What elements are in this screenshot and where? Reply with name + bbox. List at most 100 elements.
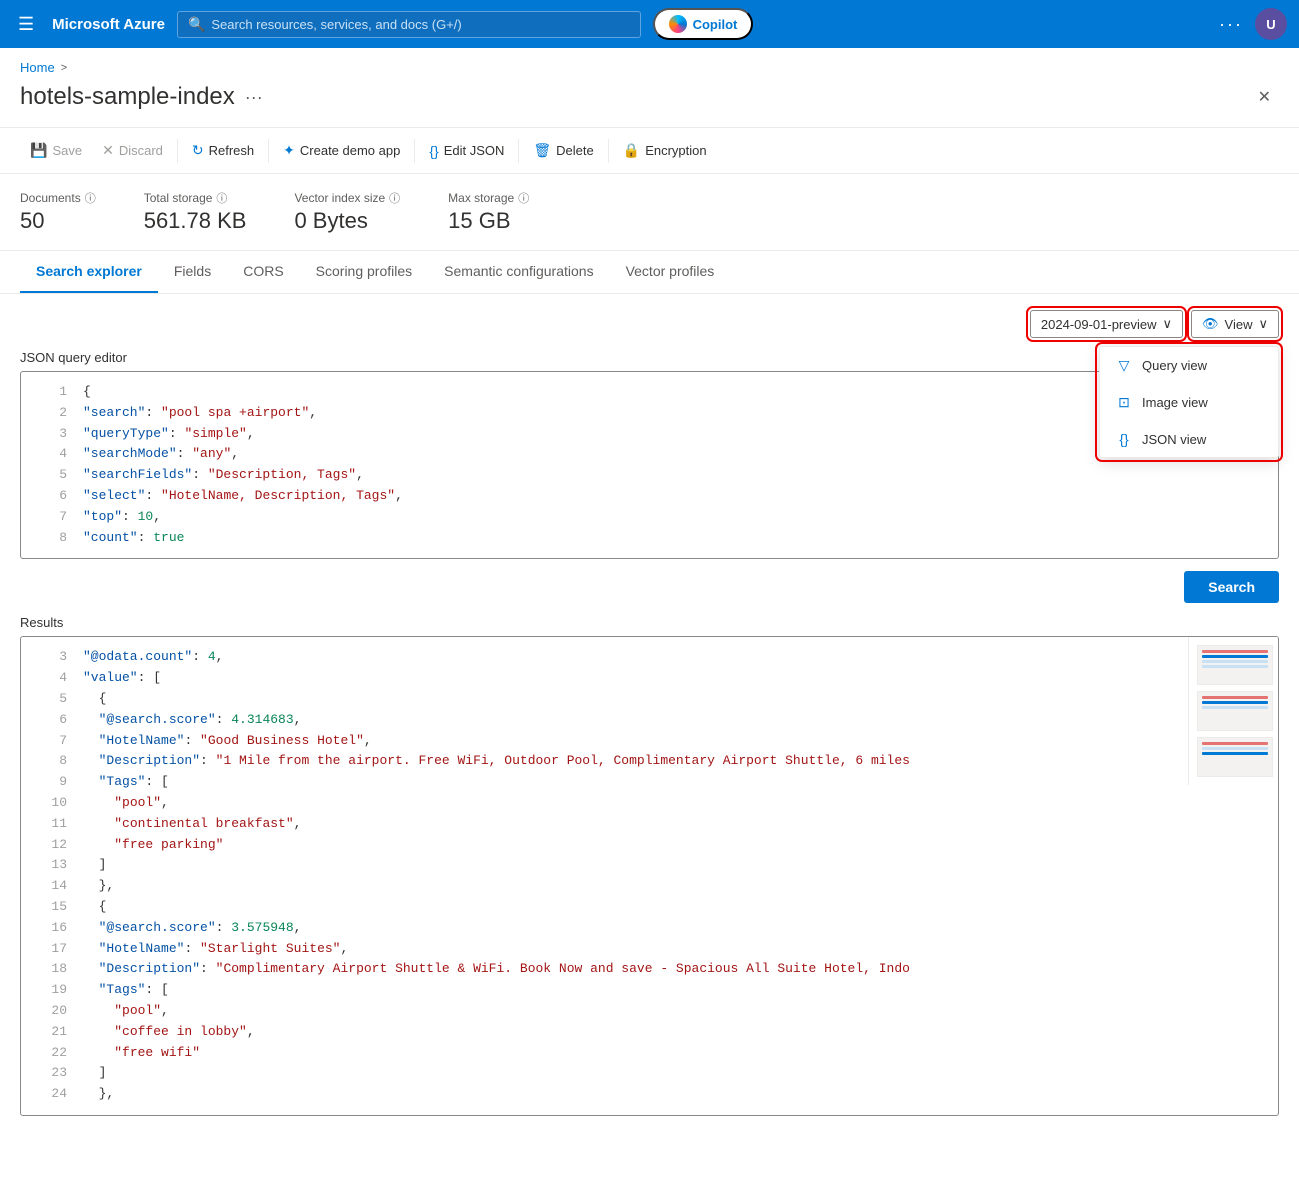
stat-documents-value: 50: [20, 208, 96, 234]
stat-total-storage: Total storage ⓘ 561.78 KB: [144, 190, 247, 234]
tab-fields[interactable]: Fields: [158, 251, 227, 293]
results-area: 3 "@odata.count": 4, 4 "value": [ 5 { 6 …: [20, 636, 1279, 1116]
page-title-more-icon[interactable]: ···: [245, 87, 263, 108]
stat-vector-info-icon[interactable]: ⓘ: [389, 190, 400, 206]
result-line-9: 9 "Tags": [: [21, 772, 1278, 793]
brand-name: Microsoft Azure: [52, 16, 165, 33]
view-eye-icon: 👁: [1202, 316, 1219, 332]
editor-line-4: 4 "searchMode": "any",: [21, 444, 1278, 465]
result-line-24: 24 },: [21, 1084, 1278, 1105]
editor-line-2: 2 "search": "pool spa +airport",: [21, 403, 1278, 424]
breadcrumb: Home >: [0, 48, 1299, 79]
tab-semantic-configurations[interactable]: Semantic configurations: [428, 251, 609, 293]
page-title: hotels-sample-index: [20, 83, 235, 111]
toolbar-sep-4: [518, 139, 519, 163]
nav-more-icon[interactable]: ···: [1219, 14, 1243, 35]
editor-label: JSON query editor: [20, 350, 1279, 365]
result-line-8: 8 "Description": "1 Mile from the airpor…: [21, 751, 1278, 772]
dropdown-query-view[interactable]: ▽ Query view: [1100, 347, 1278, 384]
dropdown-image-view[interactable]: ⊡ Image view: [1100, 384, 1278, 421]
hamburger-icon[interactable]: ☰: [12, 8, 40, 41]
view-button-label: View: [1225, 317, 1253, 332]
query-view-label: Query view: [1142, 358, 1207, 373]
content-area: 2024-09-01-preview ∨ 👁 View ∨ ▽ Query vi…: [0, 294, 1299, 1132]
tab-cors[interactable]: CORS: [227, 251, 299, 293]
tab-search-explorer[interactable]: Search explorer: [20, 251, 158, 293]
search-button[interactable]: Search: [1184, 571, 1279, 603]
editor-line-1: 1 {: [21, 382, 1278, 403]
tab-scoring-profiles[interactable]: Scoring profiles: [300, 251, 429, 293]
dropdown-json-view[interactable]: {} JSON view: [1100, 421, 1278, 457]
result-line-19: 19 "Tags": [: [21, 980, 1278, 1001]
discard-button[interactable]: ✕ Discard: [92, 136, 173, 165]
view-row: 2024-09-01-preview ∨ 👁 View ∨ ▽ Query vi…: [20, 310, 1279, 338]
result-line-23: 23 ]: [21, 1063, 1278, 1084]
discard-icon: ✕: [102, 142, 114, 159]
result-line-10: 10 "pool",: [21, 793, 1278, 814]
copilot-label: Copilot: [693, 17, 738, 32]
copilot-button[interactable]: Copilot: [653, 8, 754, 40]
copilot-logo-icon: [669, 15, 687, 33]
api-version-label: 2024-09-01-preview: [1041, 317, 1157, 332]
results-thumbnail-panel: [1188, 637, 1278, 785]
stat-vector-index-value: 0 Bytes: [294, 208, 400, 234]
json-editor[interactable]: 1 { 2 "search": "pool spa +airport", 3 "…: [20, 371, 1279, 559]
edit-json-icon: {}: [429, 143, 438, 159]
editor-line-3: 3 "queryType": "simple",: [21, 424, 1278, 445]
thumbnail-3: [1197, 737, 1273, 777]
create-demo-button[interactable]: ✦ Create demo app: [273, 136, 410, 165]
json-view-icon: {}: [1116, 431, 1132, 447]
result-line-12: 12 "free parking": [21, 835, 1278, 856]
result-line-14: 14 },: [21, 876, 1278, 897]
stat-documents-info-icon[interactable]: ⓘ: [85, 190, 96, 206]
delete-icon: 🗑: [533, 142, 551, 159]
breadcrumb-sep: >: [61, 62, 67, 74]
page-title-row: hotels-sample-index ··· ✕: [0, 79, 1299, 127]
api-version-select[interactable]: 2024-09-01-preview ∨: [1030, 310, 1183, 338]
stat-max-info-icon[interactable]: ⓘ: [518, 190, 529, 206]
result-line-11: 11 "continental breakfast",: [21, 814, 1278, 835]
result-line-4: 4 "value": [: [21, 668, 1278, 689]
tab-vector-profiles[interactable]: Vector profiles: [610, 251, 731, 293]
view-dropdown-button[interactable]: 👁 View ∨: [1191, 310, 1279, 338]
result-line-21: 21 "coffee in lobby",: [21, 1022, 1278, 1043]
result-line-5: 5 {: [21, 689, 1278, 710]
json-view-label: JSON view: [1142, 432, 1206, 447]
close-icon[interactable]: ✕: [1250, 83, 1279, 111]
editor-line-6: 6 "select": "HotelName, Description, Tag…: [21, 486, 1278, 507]
stat-storage-info-icon[interactable]: ⓘ: [216, 190, 227, 206]
edit-json-button[interactable]: {} Edit JSON: [419, 137, 514, 165]
encryption-button[interactable]: 🔒 Encryption: [613, 136, 717, 165]
result-line-3: 3 "@odata.count": 4,: [21, 647, 1278, 668]
toolbar-sep-2: [268, 139, 269, 163]
toolbar: 💾 Save ✕ Discard ↻ Refresh ✦ Create demo…: [0, 127, 1299, 174]
api-version-chevron-icon: ∨: [1163, 316, 1173, 332]
global-search[interactable]: 🔍: [177, 11, 641, 38]
result-line-13: 13 ]: [21, 855, 1278, 876]
view-chevron-icon: ∨: [1258, 316, 1268, 332]
stat-max-storage-value: 15 GB: [448, 208, 529, 234]
global-search-input[interactable]: [211, 17, 629, 32]
create-demo-icon: ✦: [283, 142, 295, 159]
delete-button[interactable]: 🗑 Delete: [523, 136, 603, 165]
result-line-18: 18 "Description": "Complimentary Airport…: [21, 959, 1278, 980]
toolbar-sep-3: [414, 139, 415, 163]
toolbar-sep-1: [177, 139, 178, 163]
stat-max-storage: Max storage ⓘ 15 GB: [448, 190, 529, 234]
result-line-17: 17 "HotelName": "Starlight Suites",: [21, 939, 1278, 960]
image-view-icon: ⊡: [1116, 394, 1132, 411]
query-view-icon: ▽: [1116, 357, 1132, 374]
search-icon: 🔍: [188, 16, 205, 33]
result-line-6: 6 "@search.score": 4.314683,: [21, 710, 1278, 731]
editor-line-5: 5 "searchFields": "Description, Tags",: [21, 465, 1278, 486]
save-button[interactable]: 💾 Save: [20, 136, 92, 165]
main-content: Home > hotels-sample-index ··· ✕ 💾 Save …: [0, 48, 1299, 1204]
save-icon: 💾: [30, 142, 47, 159]
view-dropdown-menu: ▽ Query view ⊡ Image view {} JSON view: [1099, 346, 1279, 458]
result-line-16: 16 "@search.score": 3.575948,: [21, 918, 1278, 939]
result-line-20: 20 "pool",: [21, 1001, 1278, 1022]
breadcrumb-home[interactable]: Home: [20, 60, 55, 75]
toolbar-sep-5: [608, 139, 609, 163]
avatar[interactable]: U: [1255, 8, 1287, 40]
refresh-button[interactable]: ↻ Refresh: [182, 136, 264, 165]
